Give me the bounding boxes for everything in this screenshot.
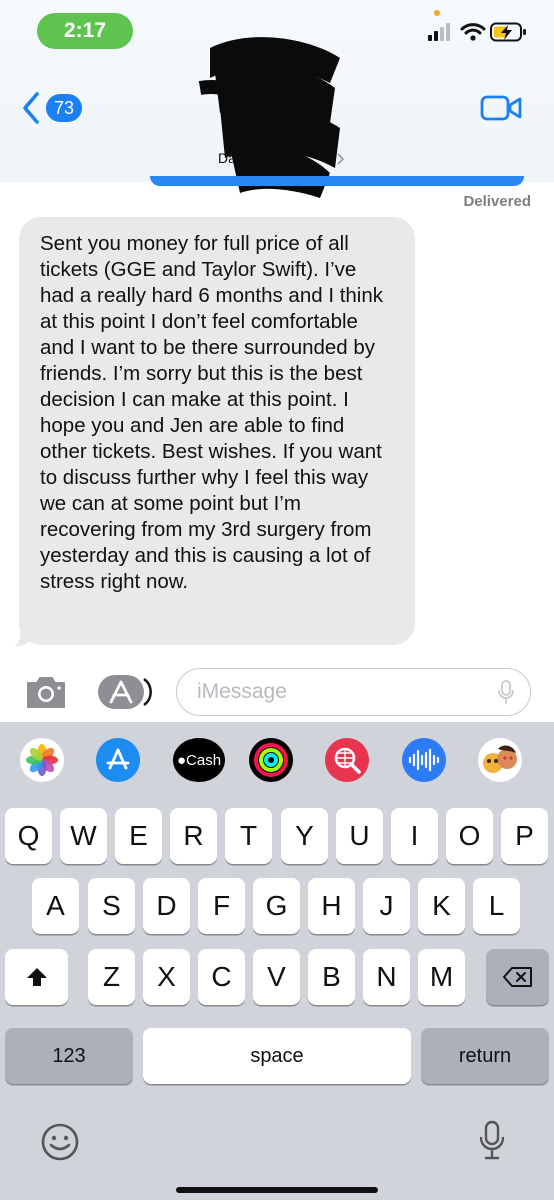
space-key[interactable]: space [143, 1028, 411, 1084]
key-n[interactable]: N [363, 949, 410, 1005]
conversation-header: 2:17 73 Darby Howard [0, 0, 554, 198]
camera-icon[interactable] [24, 673, 68, 711]
key-x[interactable]: X [143, 949, 190, 1005]
photos-icon[interactable] [20, 738, 64, 782]
apple-glyph-icon: ● [176, 751, 187, 769]
app-store-icon[interactable] [96, 738, 140, 782]
app-store-apps-icon[interactable] [96, 673, 152, 711]
cash-label: Cash [186, 751, 222, 769]
cellular-signal-icon [428, 23, 450, 41]
key-o[interactable]: O [446, 808, 493, 864]
memoji-faces-icon [483, 745, 517, 773]
key-v[interactable]: V [253, 949, 300, 1005]
key-a[interactable]: A [32, 878, 79, 934]
shift-key[interactable] [5, 949, 68, 1005]
key-t[interactable]: T [225, 808, 272, 864]
key-e[interactable]: E [115, 808, 162, 864]
delivered-status: Delivered [463, 193, 531, 210]
unread-count-badge: 73 [46, 94, 83, 122]
received-message-bubble[interactable]: Sent you money for full price of all tic… [19, 217, 415, 645]
key-q[interactable]: Q [5, 808, 52, 864]
emoji-icon[interactable] [40, 1122, 80, 1162]
key-c[interactable]: C [198, 949, 245, 1005]
waveform-bars-icon [408, 748, 440, 772]
keyboard: ● Cash Q W E R T Y U I O P A S D F G H J… [0, 722, 554, 1200]
key-w[interactable]: W [60, 808, 107, 864]
memoji-stickers-icon[interactable] [478, 738, 522, 782]
chevron-left-icon [23, 92, 39, 124]
key-j[interactable]: J [363, 878, 410, 934]
shift-arrow-icon [26, 968, 47, 986]
photos-flower-icon [26, 744, 58, 776]
key-s[interactable]: S [88, 878, 135, 934]
key-y[interactable]: Y [281, 808, 328, 864]
home-indicator [176, 1187, 378, 1193]
battery-charging-icon [490, 22, 526, 42]
key-r[interactable]: R [170, 808, 217, 864]
status-time[interactable]: 2:17 [37, 13, 133, 49]
back-button[interactable]: 73 [22, 90, 92, 126]
delete-key[interactable] [486, 949, 549, 1005]
activity-rings-graphic [254, 743, 288, 777]
key-k[interactable]: K [418, 878, 465, 934]
magnifier-globe-icon [334, 747, 361, 774]
globe-search-icon[interactable] [325, 738, 369, 782]
key-z[interactable]: Z [88, 949, 135, 1005]
facetime-video-icon[interactable] [480, 95, 522, 121]
key-u[interactable]: U [336, 808, 383, 864]
keyboard-dictation-mic-icon[interactable] [478, 1120, 506, 1162]
key-g[interactable]: G [253, 878, 300, 934]
key-h[interactable]: H [308, 878, 355, 934]
key-i[interactable]: I [391, 808, 438, 864]
dictation-mic-icon[interactable] [497, 680, 515, 704]
imessage-input-field[interactable] [176, 668, 531, 716]
key-b[interactable]: B [308, 949, 355, 1005]
privacy-indicator-dot [434, 10, 440, 16]
key-p[interactable]: P [501, 808, 548, 864]
key-l[interactable]: L [473, 878, 520, 934]
return-key[interactable]: return [421, 1028, 549, 1084]
imessage-app-drawer: ● Cash [0, 722, 554, 798]
imessage-input[interactable] [197, 678, 487, 706]
redaction-scribble [198, 37, 340, 198]
wifi-icon [460, 23, 486, 41]
activity-rings-icon[interactable] [249, 738, 293, 782]
backspace-icon [502, 967, 532, 987]
key-m[interactable]: M [418, 949, 465, 1005]
key-d[interactable]: D [143, 878, 190, 934]
cash-app-icon[interactable]: ● Cash [173, 738, 225, 782]
audio-waveform-icon[interactable] [402, 738, 446, 782]
key-f[interactable]: F [198, 878, 245, 934]
numbers-key[interactable]: 123 [5, 1028, 133, 1084]
app-store-a-icon [106, 748, 130, 770]
chevron-right-icon [337, 153, 345, 165]
sent-message-bubble-edge [150, 176, 524, 186]
